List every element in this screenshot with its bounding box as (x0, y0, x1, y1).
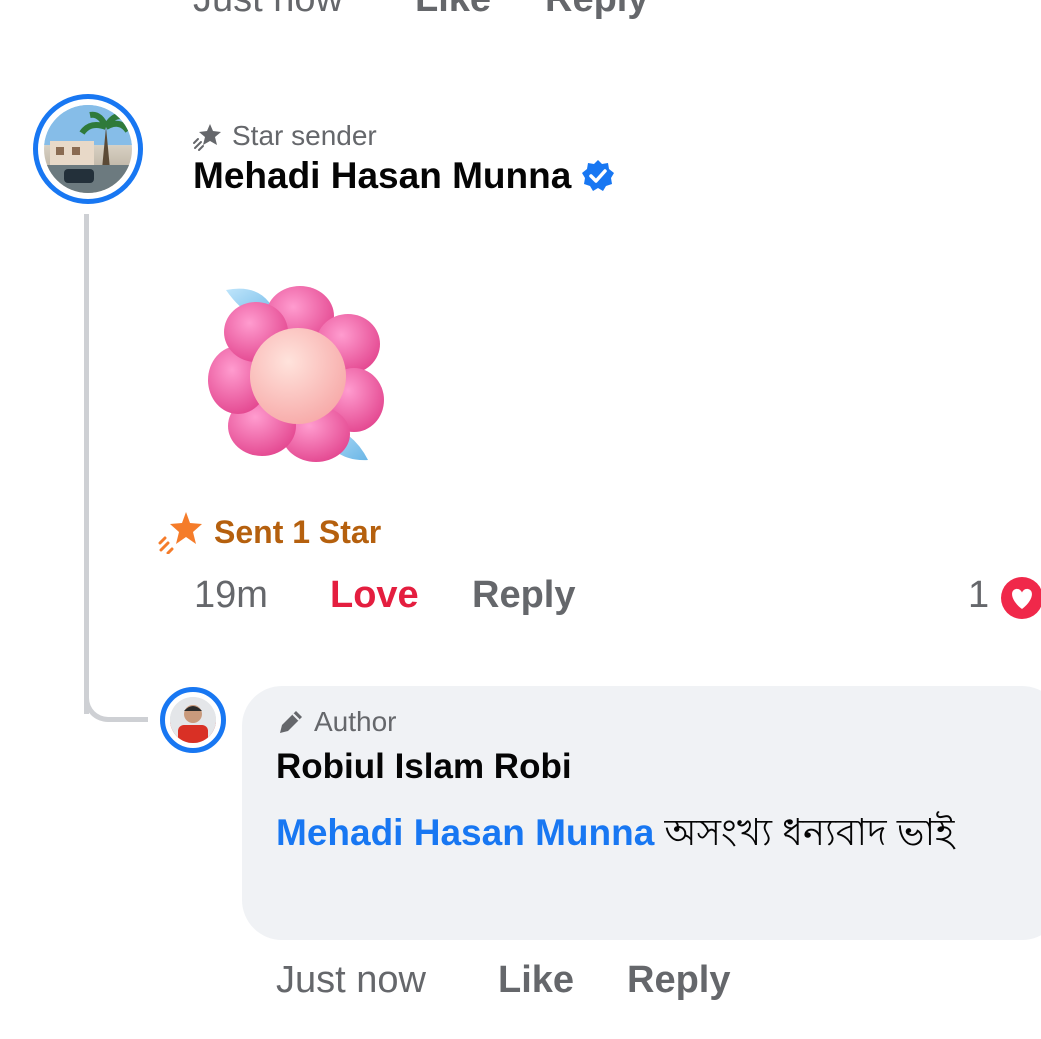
shooting-star-icon (193, 124, 221, 151)
avatar-photo (44, 105, 132, 193)
reply-to-reply-button[interactable]: Reply (627, 959, 730, 1002)
reply-timestamp: Just now (276, 959, 426, 1001)
reply-message: অসংখ্য ধন্যবাদ ভাই (654, 812, 955, 853)
avatar-photo (170, 697, 216, 743)
pink-flower-sticker[interactable] (208, 282, 388, 467)
thread-line (84, 214, 89, 714)
sent-stars-text: Sent 1 Star (214, 513, 382, 550)
reaction-count[interactable]: 1 (968, 574, 989, 617)
reply-button[interactable]: Reply (472, 574, 575, 617)
previous-like-button[interactable]: Like (415, 0, 491, 21)
reply-author-avatar[interactable] (160, 687, 226, 753)
comment-actions: 19m Love Reply 1 (0, 570, 1041, 622)
orange-star-icon (158, 512, 202, 554)
like-button[interactable]: Like (498, 959, 574, 1002)
love-button[interactable]: Love (330, 574, 419, 617)
author-name[interactable]: Mehadi Hasan Munna (193, 155, 571, 197)
thread-connector (84, 660, 148, 722)
author-badge-label: Author (314, 706, 397, 737)
previous-timestamp: Just now (193, 0, 343, 21)
verified-badge-icon (582, 160, 615, 191)
sent-stars-label: Sent 1 Star (158, 510, 381, 554)
comment-author[interactable]: Mehadi Hasan Munna (193, 155, 615, 197)
love-reaction-icon[interactable] (1000, 576, 1041, 620)
previous-reply-button[interactable]: Reply (545, 0, 648, 21)
author-badge: Author (276, 706, 397, 738)
badge-label: Star sender (232, 120, 377, 151)
comment-timestamp: 19m (194, 574, 268, 616)
reply-text: Mehadi Hasan Munna অসংখ্য ধন্যবাদ ভাই (276, 806, 1016, 860)
reply-author-name[interactable]: Robiul Islam Robi (276, 747, 572, 787)
reply-actions: Just now Like Reply (0, 955, 1041, 1007)
star-sender-badge: Star sender (192, 116, 377, 156)
pencil-icon (280, 711, 302, 733)
commenter-avatar[interactable] (33, 94, 143, 204)
mention-link[interactable]: Mehadi Hasan Munna (276, 812, 654, 853)
